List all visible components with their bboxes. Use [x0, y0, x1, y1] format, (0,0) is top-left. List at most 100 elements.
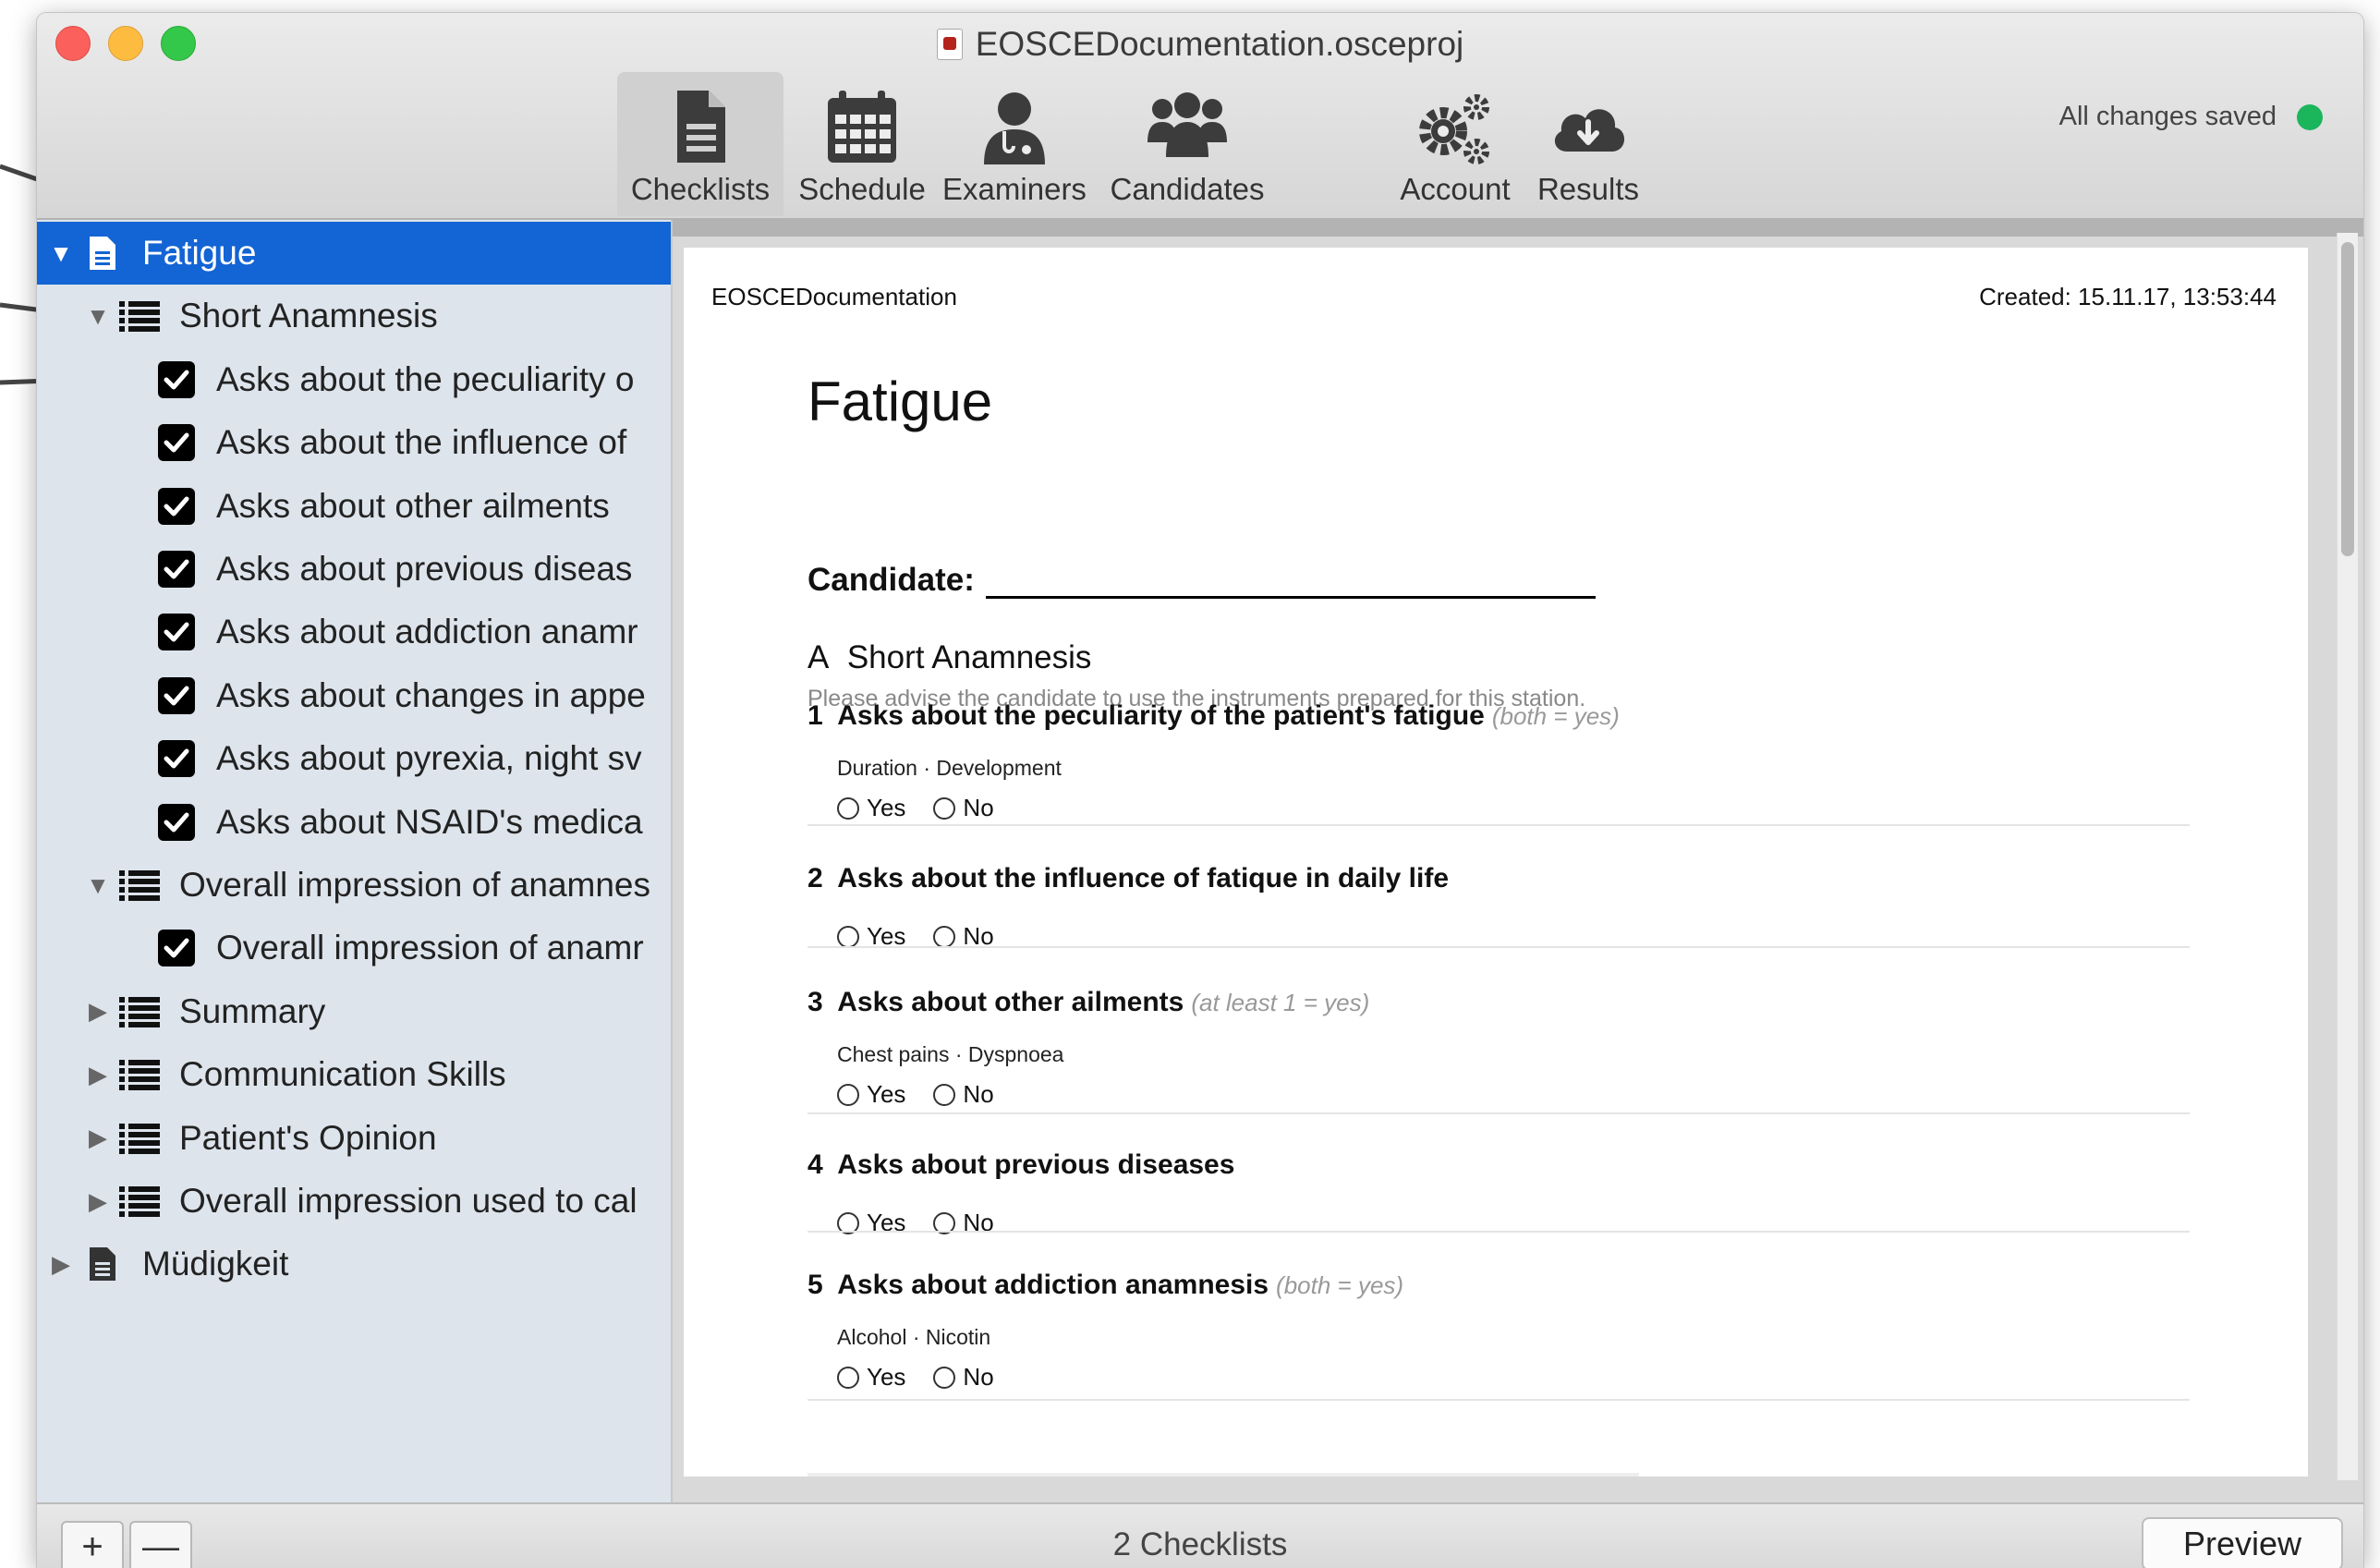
- gears-icon: [1419, 94, 1489, 164]
- sidebar-row[interactable]: Asks about NSAID's medica: [37, 791, 671, 854]
- no-radio[interactable]: [933, 1083, 956, 1106]
- sidebar-row-label: Asks about other ailments: [216, 486, 610, 525]
- title-bar: EOSCEDocumentation.osceproj Checklists S…: [37, 13, 2363, 220]
- no-radio[interactable]: [933, 925, 956, 948]
- question-text: Asks about the peculiarity of the patien…: [837, 700, 1485, 731]
- yes-label: Yes: [867, 1363, 906, 1391]
- window-title: EOSCEDocumentation.osceproj: [37, 22, 2363, 67]
- sidebar-row[interactable]: Asks about the influence of: [37, 411, 671, 474]
- sidebar-row[interactable]: ▶ Müdigkeit: [37, 1233, 671, 1295]
- sidebar-row-label: Patient's Opinion: [179, 1118, 437, 1157]
- no-option[interactable]: No: [933, 794, 994, 822]
- checked-checkbox-icon[interactable]: [153, 676, 200, 714]
- checked-checkbox-icon[interactable]: [153, 930, 200, 967]
- toolbar-examiners-label: Examiners: [942, 172, 1087, 206]
- sidebar-row[interactable]: Asks about addiction anamr: [37, 601, 671, 663]
- checklist-document-icon: [79, 235, 126, 272]
- toolbar-examiners-button[interactable]: Examiners: [941, 72, 1088, 216]
- yes-label: Yes: [867, 1209, 906, 1236]
- disclosure-collapsed-icon[interactable]: ▶: [79, 1124, 116, 1152]
- question-hint: (both = yes): [1276, 1271, 1404, 1299]
- checked-checkbox-icon[interactable]: [153, 487, 200, 525]
- no-radio[interactable]: [933, 796, 956, 820]
- checked-checkbox-icon[interactable]: [153, 614, 200, 651]
- sidebar-row[interactable]: Asks about previous diseas: [37, 538, 671, 601]
- disclosure-expanded-icon[interactable]: ▼: [79, 871, 116, 900]
- sidebar-row[interactable]: Overall impression of anamr: [37, 917, 671, 979]
- sidebar-row-label: Communication Skills: [179, 1055, 506, 1094]
- disclosure-collapsed-icon[interactable]: ▶: [79, 997, 116, 1026]
- yes-option[interactable]: Yes: [837, 1080, 905, 1109]
- question-number: 2: [808, 863, 823, 893]
- question-number: 5: [808, 1270, 823, 1300]
- question-divider: [808, 1112, 2190, 1114]
- question-title: 5 Asks about addiction anamnesis (both = …: [808, 1270, 2190, 1301]
- toolbar-candidates-button[interactable]: Candidates: [1099, 72, 1275, 216]
- app-window: EOSCEDocumentation.osceproj Checklists S…: [37, 13, 2363, 1568]
- no-option[interactable]: No: [933, 1363, 994, 1392]
- question-subitems: Chest pains · Dyspnoea: [837, 1042, 1064, 1066]
- question-divider: [808, 1399, 2190, 1401]
- preview-scrollbar[interactable]: [2337, 233, 2358, 1480]
- toolbar-account-button[interactable]: Account: [1388, 72, 1523, 216]
- question-divider: [808, 1231, 2190, 1233]
- checklist-document-icon: [79, 1246, 126, 1282]
- checked-checkbox-icon[interactable]: [153, 740, 200, 778]
- sidebar-row[interactable]: ▶ Overall impression used to cal: [37, 1170, 671, 1233]
- save-status: All changes saved: [2059, 102, 2323, 132]
- preview-button[interactable]: Preview: [2142, 1517, 2343, 1568]
- yes-option[interactable]: Yes: [837, 1363, 905, 1392]
- no-option[interactable]: No: [933, 1080, 994, 1109]
- checklist-question: 3 Asks about other ailments (at least 1 =…: [808, 987, 2190, 1109]
- disclosure-collapsed-icon[interactable]: ▶: [42, 1250, 79, 1279]
- toolbar-results-label: Results: [1536, 172, 1640, 206]
- section-list-icon: [116, 1122, 163, 1155]
- checklist-outline-sidebar[interactable]: ▼ Fatigue ▼ Short Anamnesis Asks about the p…: [37, 220, 673, 1502]
- no-label: No: [963, 1080, 994, 1108]
- toolbar-schedule-button[interactable]: Schedule: [793, 72, 931, 216]
- sidebar-row[interactable]: ▶ Summary: [37, 980, 671, 1043]
- disclosure-collapsed-icon[interactable]: ▶: [79, 1061, 116, 1089]
- no-option[interactable]: No: [933, 1209, 994, 1237]
- sidebar-row[interactable]: Asks about the peculiarity o: [37, 348, 671, 411]
- toolbar-checklists-button[interactable]: Checklists: [617, 72, 783, 216]
- disclosure-expanded-icon[interactable]: ▼: [42, 239, 79, 268]
- candidate-label: Candidate:: [808, 562, 975, 598]
- sidebar-row-label: Short Anamnesis: [179, 297, 438, 335]
- checked-checkbox-icon[interactable]: [153, 551, 200, 588]
- sidebar-row[interactable]: Asks about changes in appe: [37, 664, 671, 727]
- sidebar-row[interactable]: ▶ Patient's Opinion: [37, 1107, 671, 1170]
- sidebar-row-label: Overall impression of anamr: [216, 929, 644, 967]
- next-question-cutoff: [808, 1473, 1639, 1477]
- yes-radio[interactable]: [837, 1083, 859, 1106]
- toolbar-checklists-label: Checklists: [630, 172, 771, 206]
- disclosure-expanded-icon[interactable]: ▼: [79, 302, 116, 331]
- toolbar-results-button[interactable]: Results: [1528, 72, 1648, 216]
- question-divider: [808, 946, 2190, 948]
- calendar-icon: [828, 91, 896, 163]
- yes-radio[interactable]: [837, 925, 859, 948]
- sidebar-row-label: Asks about the influence of: [216, 423, 627, 462]
- checked-checkbox-icon[interactable]: [153, 803, 200, 841]
- project-file-icon: [936, 29, 963, 60]
- sidebar-row[interactable]: ▼ Fatigue: [37, 222, 671, 285]
- yes-radio[interactable]: [837, 796, 859, 820]
- sidebar-row[interactable]: ▼ Short Anamnesis: [37, 285, 671, 347]
- disclosure-collapsed-icon[interactable]: ▶: [79, 1187, 116, 1216]
- yes-radio[interactable]: [837, 1366, 859, 1389]
- preview-scroll-thumb[interactable]: [2341, 242, 2354, 556]
- save-status-text: All changes saved: [2058, 102, 2277, 131]
- no-label: No: [963, 794, 994, 821]
- section-list-icon: [116, 869, 163, 902]
- yes-option[interactable]: Yes: [837, 794, 905, 822]
- question-subitems: Alcohol · Nicotin: [837, 1325, 991, 1349]
- checked-checkbox-icon[interactable]: [153, 360, 200, 398]
- checked-checkbox-icon[interactable]: [153, 424, 200, 462]
- no-radio[interactable]: [933, 1366, 956, 1389]
- sidebar-row[interactable]: ▼ Overall impression of anamnes: [37, 854, 671, 917]
- sidebar-row[interactable]: ▶ Communication Skills: [37, 1043, 671, 1106]
- sidebar-row[interactable]: Asks about other ailments: [37, 475, 671, 538]
- toolbar-candidates-label: Candidates: [1110, 172, 1265, 206]
- sidebar-row[interactable]: Asks about pyrexia, night sv: [37, 727, 671, 790]
- yes-option[interactable]: Yes: [837, 1209, 905, 1237]
